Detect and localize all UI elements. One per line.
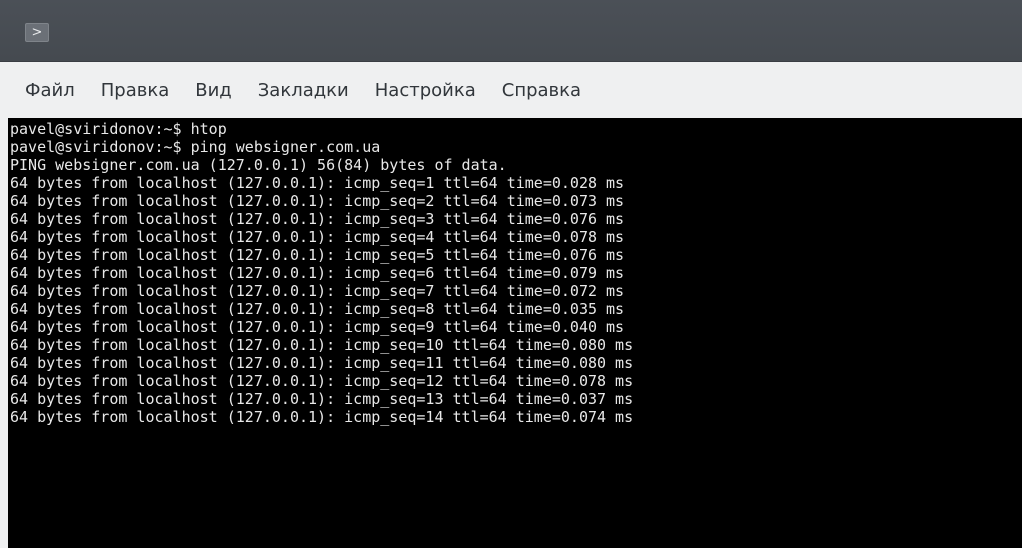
terminal-window: > Файл Правка Вид Закладки Настройка Спр… (0, 0, 1022, 548)
menu-file[interactable]: Файл (16, 74, 84, 107)
terminal-line: 64 bytes from localhost (127.0.0.1): icm… (10, 372, 634, 390)
terminal-line: pavel@sviridonov:~$ htop (10, 120, 227, 138)
terminal-line: 64 bytes from localhost (127.0.0.1): icm… (10, 264, 625, 282)
terminal-line: 64 bytes from localhost (127.0.0.1): icm… (10, 192, 625, 210)
terminal-app-icon[interactable]: > (25, 23, 49, 42)
menu-bookmarks[interactable]: Закладки (249, 74, 358, 107)
terminal-line: 64 bytes from localhost (127.0.0.1): icm… (10, 282, 625, 300)
terminal-line: pavel@sviridonov:~$ ping websigner.com.u… (10, 138, 381, 156)
terminal-line: 64 bytes from localhost (127.0.0.1): icm… (10, 354, 634, 372)
terminal-line: 64 bytes from localhost (127.0.0.1): icm… (10, 300, 625, 318)
terminal-line: 64 bytes from localhost (127.0.0.1): icm… (10, 408, 634, 426)
menu-settings[interactable]: Настройка (366, 74, 485, 107)
terminal-line: PING websigner.com.ua (127.0.0.1) 56(84)… (10, 156, 507, 174)
terminal-line: 64 bytes from localhost (127.0.0.1): icm… (10, 390, 634, 408)
menu-bar: Файл Правка Вид Закладки Настройка Справ… (0, 62, 1022, 118)
menu-view[interactable]: Вид (186, 74, 241, 107)
menu-help[interactable]: Справка (493, 74, 590, 107)
terminal-line: 64 bytes from localhost (127.0.0.1): icm… (10, 210, 625, 228)
terminal-line: 64 bytes from localhost (127.0.0.1): icm… (10, 336, 634, 354)
menu-edit[interactable]: Правка (92, 74, 179, 107)
title-bar[interactable]: > (0, 0, 1022, 62)
terminal-line: 64 bytes from localhost (127.0.0.1): icm… (10, 318, 625, 336)
terminal-line: 64 bytes from localhost (127.0.0.1): icm… (10, 246, 625, 264)
terminal-line: 64 bytes from localhost (127.0.0.1): icm… (10, 228, 625, 246)
terminal-output[interactable]: pavel@sviridonov:~$ htop pavel@sviridono… (8, 118, 1022, 548)
terminal-line: 64 bytes from localhost (127.0.0.1): icm… (10, 174, 625, 192)
